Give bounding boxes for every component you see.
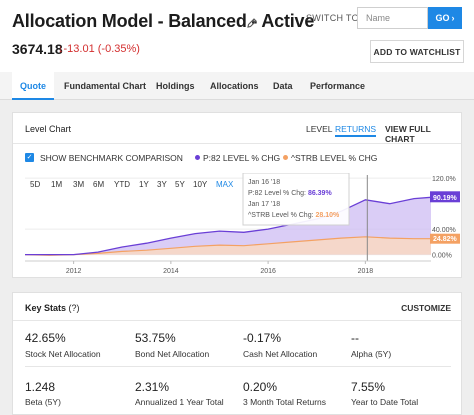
x-tick-label: 2016 [260, 268, 276, 275]
range-button-5y[interactable]: 5Y [175, 180, 185, 189]
tab-quote[interactable]: Quote [12, 72, 54, 100]
stats-divider [25, 366, 451, 367]
stat-cash-net-allocation: -0.17% Cash Net Allocation [243, 331, 348, 359]
view-full-chart-link[interactable]: VIEW FULL CHART [385, 124, 461, 144]
range-button-10y[interactable]: 10Y [193, 180, 208, 189]
x-tick-label: 2018 [358, 268, 374, 275]
range-button-1y[interactable]: 1Y [139, 180, 149, 189]
tab-holdings[interactable]: Holdings [148, 72, 203, 100]
key-stats-title: Key Stats (?) [25, 303, 80, 313]
stat-bond-net-allocation: 53.75% Bond Net Allocation [135, 331, 240, 359]
stat-annualized-1y-total: 2.31% Annualized 1 Year Total [135, 380, 240, 407]
stat-label: Cash Net Allocation [243, 349, 318, 359]
stat-value: 42.65% [25, 331, 66, 345]
tooltip-date-1: Jan 16 '18 [248, 179, 280, 186]
tooltip-line-1: P:82 Level % Chg: 86.39% [248, 190, 332, 197]
key-stats-card: Key Stats (?) CUSTOMIZE 42.65% Stock Net… [12, 292, 462, 415]
switch-to-label: SWITCH TO: [306, 13, 362, 23]
stat-value: 53.75% [135, 331, 176, 345]
tab-fundamental-chart[interactable]: Fundamental Chart [56, 72, 154, 100]
chart-card-header: Level Chart LEVEL RETURNS VIEW FULL CHAR… [13, 113, 461, 144]
pencil-icon[interactable] [246, 17, 258, 29]
stat-value: 0.20% [243, 380, 278, 394]
level-chart-card: Level Chart LEVEL RETURNS VIEW FULL CHAR… [12, 112, 462, 278]
y-tick-label: 0.00% [432, 253, 452, 260]
go-label: GO [435, 13, 450, 23]
stat-label: Year to Date Total [351, 397, 419, 407]
page-title: Allocation Model - Balanced - Active [12, 11, 315, 31]
stat-label: 3 Month Total Returns [243, 397, 326, 407]
x-tick-label: 2012 [66, 268, 82, 275]
benchmark-label: SHOW BENCHMARK COMPARISON [40, 153, 183, 163]
range-button-1m[interactable]: 1M [51, 180, 62, 189]
check-icon: ✓ [26, 154, 33, 161]
level-toggle[interactable]: LEVEL [306, 124, 332, 134]
tooltip-value-2: 28.10% [315, 212, 340, 219]
legend-dot-icon [195, 155, 200, 160]
y-tick-label: 120.0% [432, 176, 456, 183]
stat-value: 1.248 [25, 380, 56, 394]
stat-label: Bond Net Allocation [135, 349, 210, 359]
range-button-max[interactable]: MAX [216, 180, 234, 189]
range-button-6m[interactable]: 6M [93, 180, 104, 189]
stat-3-month-total-returns: 0.20% 3 Month Total Returns [243, 380, 348, 407]
customize-button[interactable]: CUSTOMIZE [401, 303, 451, 313]
stat-label: Annualized 1 Year Total [135, 397, 224, 407]
add-to-watchlist-button[interactable]: ADD TO WATCHLIST [370, 40, 464, 63]
tab-bar: Quote Fundamental Chart Holdings Allocat… [0, 72, 474, 100]
key-stats-header: Key Stats (?) CUSTOMIZE [13, 293, 461, 321]
benchmark-checkbox[interactable]: ✓ [25, 153, 34, 162]
legend-strb-label: ^STRB LEVEL % CHG [291, 153, 378, 163]
stat-ytd-total: 7.55% Year to Date Total [351, 380, 456, 407]
stat-beta-5y: 1.248 Beta (5Y) [25, 380, 130, 407]
legend-p82-label: P:82 LEVEL % CHG [203, 153, 281, 163]
benchmark-row: ✓ SHOW BENCHMARK COMPARISON P:82 LEVEL %… [25, 153, 455, 165]
stat-value: 7.55% [351, 380, 386, 394]
returns-toggle[interactable]: RETURNS [335, 124, 377, 137]
legend-strb: ^STRB LEVEL % CHG [283, 153, 377, 163]
quote-header: Allocation Model - Balanced - Active 367… [0, 0, 474, 72]
range-button-5d[interactable]: 5D [30, 180, 40, 189]
stat-value: -0.17% [243, 331, 282, 345]
range-button-3m[interactable]: 3M [73, 180, 84, 189]
help-icon[interactable]: (?) [69, 303, 80, 313]
price-change: ↓-13.01 (-0.35%) [58, 43, 140, 55]
level-chart-plot[interactable]: 5D 1M 3M 6M YTD 1Y 3Y 5Y 10Y MAX 2012 2014 2016 2018 1… [13, 173, 461, 277]
legend-p82: P:82 LEVEL % CHG [195, 153, 280, 163]
chevron-right-icon: › [451, 13, 455, 23]
tooltip-line-2: ^STRB Level % Chg: 28.10% [248, 212, 340, 219]
stat-stock-net-allocation: 42.65% Stock Net Allocation [25, 331, 130, 359]
stat-label: Beta (5Y) [25, 397, 61, 407]
strb-end-label: 24.82% [433, 236, 458, 243]
price-value: 3674.18 [12, 41, 63, 57]
stat-label: Stock Net Allocation [25, 349, 101, 359]
key-stats-title-text: Key Stats [25, 303, 67, 313]
stat-alpha-5y: -- Alpha (5Y) [351, 331, 456, 359]
tooltip-date-2: Jan 17 '18 [248, 201, 280, 208]
chart-card-title: Level Chart [25, 124, 72, 134]
y-tick-label: 40.00% [432, 227, 456, 234]
switch-to-input[interactable] [357, 7, 428, 29]
tooltip-value-1: 86.39% [308, 190, 333, 197]
stat-label: Alpha (5Y) [351, 349, 392, 359]
tab-performance[interactable]: Performance [302, 72, 373, 100]
stat-value: -- [351, 331, 359, 345]
p82-end-label: 90.19% [433, 195, 458, 202]
stat-value: 2.31% [135, 380, 170, 394]
x-tick-label: 2014 [163, 268, 179, 275]
range-button-ytd[interactable]: YTD [114, 180, 130, 189]
go-button[interactable]: GO › [428, 7, 462, 29]
tab-allocations[interactable]: Allocations [202, 72, 267, 100]
legend-dot-icon [283, 155, 288, 160]
tab-data[interactable]: Data [265, 72, 301, 100]
range-button-3y[interactable]: 3Y [157, 180, 167, 189]
